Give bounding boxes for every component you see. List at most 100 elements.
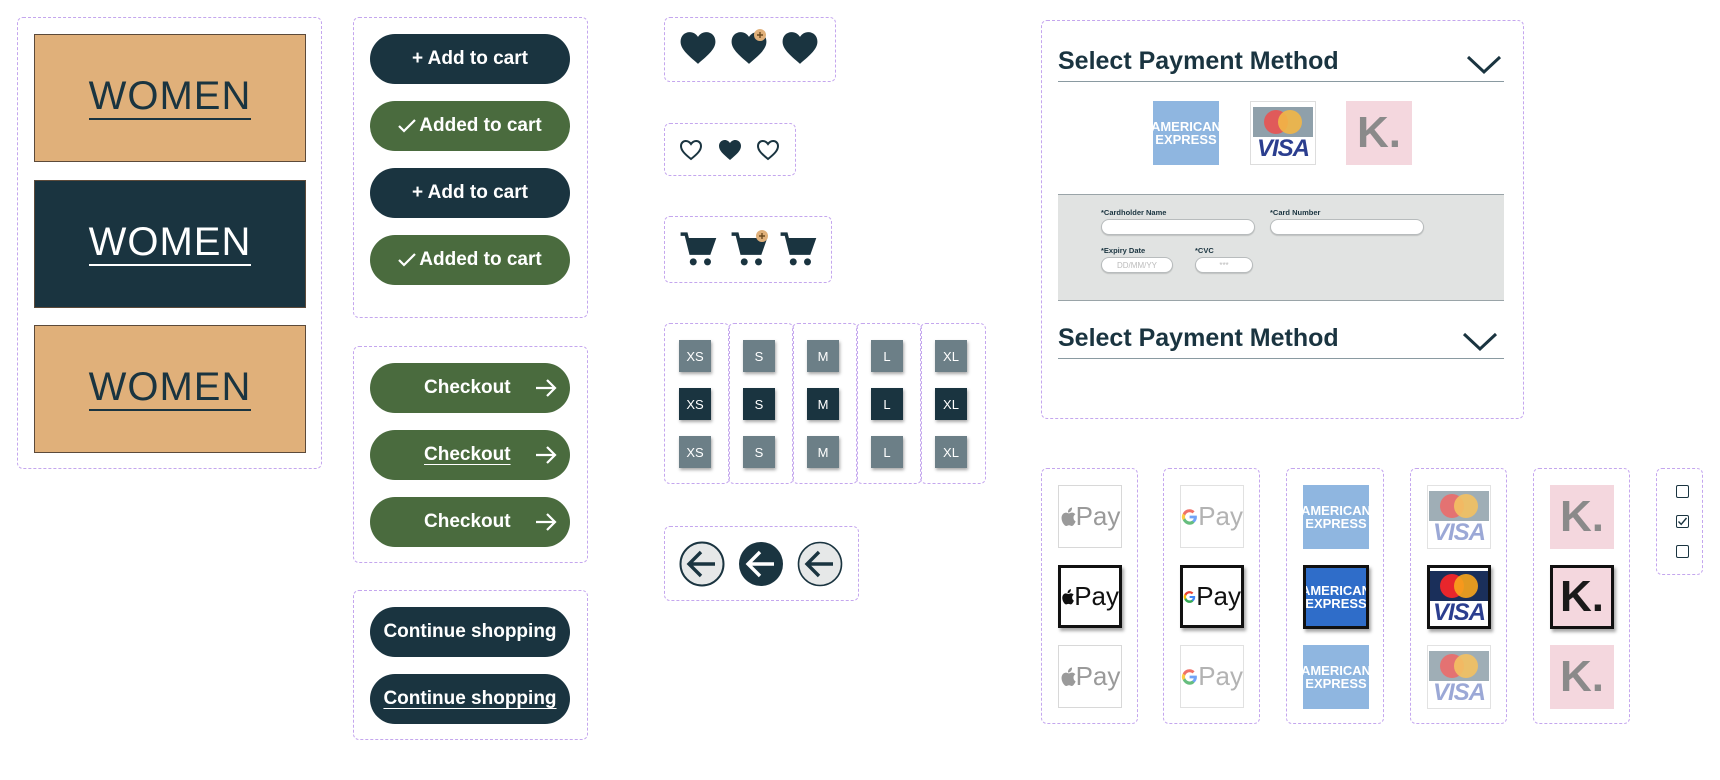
size-option-s-disabled[interactable]: S bbox=[743, 436, 775, 468]
added-to-cart-button[interactable]: Added to cart bbox=[370, 101, 570, 151]
mastercard-icon bbox=[1430, 571, 1488, 601]
pay-text: Pay bbox=[1198, 501, 1243, 531]
category-tile-women-hover[interactable]: WOMEN bbox=[34, 325, 306, 453]
category-label: WOMEN bbox=[88, 220, 252, 266]
size-option-xs-disabled[interactable]: XS bbox=[679, 436, 711, 468]
mastercard-visa-logo-disabled[interactable]: VISA bbox=[1427, 645, 1491, 709]
heart-filled-icon[interactable] bbox=[781, 30, 819, 66]
size-option-s-selected[interactable]: S bbox=[743, 388, 775, 420]
continue-shopping-button[interactable]: Continue shopping bbox=[370, 607, 570, 657]
size-option-m[interactable]: M bbox=[807, 340, 839, 372]
apple-icon bbox=[1061, 507, 1076, 526]
size-column-s: S S S bbox=[728, 323, 794, 484]
wishlist-icons-small-group bbox=[664, 123, 796, 176]
klarna-logo[interactable]: K. bbox=[1550, 485, 1614, 549]
heart-outline-icon[interactable] bbox=[756, 139, 780, 161]
size-option-l-disabled[interactable]: L bbox=[871, 436, 903, 468]
klarna-logo-disabled[interactable]: K. bbox=[1550, 645, 1614, 709]
heart-filled-icon[interactable] bbox=[718, 139, 742, 161]
mastercard-visa-logo-selected[interactable]: VISA bbox=[1427, 565, 1491, 629]
google-g-icon bbox=[1181, 668, 1197, 685]
checkout-buttons-group: Checkout Checkout Checkout bbox=[353, 346, 588, 563]
size-option-xs-selected[interactable]: XS bbox=[679, 388, 711, 420]
size-option-s[interactable]: S bbox=[743, 340, 775, 372]
pay-text: Pay bbox=[1075, 661, 1121, 691]
size-option-xl-selected[interactable]: XL bbox=[935, 388, 967, 420]
add-to-cart-button-hover[interactable]: + Add to cart bbox=[370, 168, 570, 218]
back-arrow-outline-icon[interactable] bbox=[797, 541, 843, 587]
add-to-cart-button[interactable]: + Add to cart bbox=[370, 34, 570, 84]
google-pay-logo-disabled[interactable]: Pay bbox=[1180, 645, 1244, 708]
klarna-logo-selected[interactable]: K. bbox=[1550, 565, 1614, 629]
payment-method-title: Select Payment Method bbox=[1058, 47, 1339, 75]
google-pay-column: Pay Pay Pay bbox=[1163, 468, 1260, 724]
mastercard-visa-logo[interactable]: VISA bbox=[1250, 101, 1316, 165]
back-buttons-group bbox=[664, 526, 859, 601]
category-tile-women-active[interactable]: WOMEN bbox=[34, 180, 306, 308]
heart-filled-icon[interactable] bbox=[679, 30, 717, 66]
google-pay-logo[interactable]: Pay bbox=[1180, 485, 1244, 548]
size-option-xl-disabled[interactable]: XL bbox=[935, 436, 967, 468]
checkout-button-pressed[interactable]: Checkout bbox=[370, 497, 570, 547]
chevron-down-icon[interactable] bbox=[1462, 332, 1498, 352]
heart-outline-icon[interactable] bbox=[679, 139, 703, 161]
chevron-down-icon[interactable] bbox=[1466, 55, 1502, 75]
checkout-label: Checkout bbox=[424, 511, 511, 532]
size-option-xs[interactable]: XS bbox=[679, 340, 711, 372]
cardholder-name-input[interactable] bbox=[1101, 219, 1255, 235]
checkbox-checked[interactable] bbox=[1676, 515, 1689, 528]
expiry-date-input[interactable]: DD/MM/YY bbox=[1101, 257, 1173, 273]
size-option-l-selected[interactable]: L bbox=[871, 388, 903, 420]
pay-text: Pay bbox=[1196, 581, 1241, 611]
expiry-date-label: *Expiry Date bbox=[1101, 246, 1146, 255]
mastercard-visa-logo[interactable]: VISA bbox=[1427, 485, 1491, 549]
card-number-input[interactable] bbox=[1270, 219, 1424, 235]
category-label: WOMEN bbox=[88, 365, 252, 411]
visa-text: VISA bbox=[1432, 599, 1486, 626]
mastercard-icon bbox=[1429, 651, 1489, 681]
klarna-logo[interactable]: K. bbox=[1346, 101, 1412, 165]
apple-pay-logo-disabled[interactable]: Pay bbox=[1058, 645, 1122, 708]
google-pay-logo-selected[interactable]: Pay bbox=[1180, 565, 1244, 628]
size-option-m-selected[interactable]: M bbox=[807, 388, 839, 420]
check-icon bbox=[1677, 517, 1688, 526]
cvc-input[interactable]: *** bbox=[1195, 257, 1253, 273]
badge-dot-icon bbox=[754, 29, 766, 41]
apple-pay-logo[interactable]: Pay bbox=[1058, 485, 1122, 548]
mastercard-visa-column: VISA VISA VISA bbox=[1410, 468, 1507, 724]
payment-method-title-collapsed: Select Payment Method bbox=[1058, 324, 1339, 352]
size-option-l[interactable]: L bbox=[871, 340, 903, 372]
visa-text: VISA bbox=[1256, 135, 1310, 162]
size-option-m-disabled[interactable]: M bbox=[807, 436, 839, 468]
card-number-label: *Card Number bbox=[1270, 208, 1321, 217]
arrow-right-icon bbox=[536, 379, 557, 397]
continue-shopping-button-hover[interactable]: Continue shopping bbox=[370, 674, 570, 724]
klarna-column: K. K. K. bbox=[1533, 468, 1630, 724]
amex-logo-selected[interactable]: AMERICAN EXPRESS bbox=[1303, 565, 1369, 629]
wishlist-icons-large-group bbox=[664, 17, 836, 82]
checkout-button-hover[interactable]: Checkout bbox=[370, 430, 570, 480]
size-column-l: L L L bbox=[856, 323, 922, 484]
apple-pay-logo-selected[interactable]: Pay bbox=[1058, 565, 1122, 628]
checkout-button[interactable]: Checkout bbox=[370, 363, 570, 413]
pay-text: Pay bbox=[1198, 661, 1243, 691]
amex-logo-disabled[interactable]: AMERICAN EXPRESS bbox=[1303, 645, 1369, 709]
continue-shopping-label: Continue shopping bbox=[383, 621, 557, 642]
checkbox-unchecked[interactable] bbox=[1676, 545, 1689, 558]
cart-icons-group bbox=[664, 216, 832, 283]
shopping-cart-icon[interactable] bbox=[679, 231, 717, 269]
category-tile-women-default[interactable]: WOMEN bbox=[34, 34, 306, 162]
cvc-label: *CVC bbox=[1195, 246, 1214, 255]
checkout-label: Checkout bbox=[424, 444, 511, 465]
divider bbox=[1058, 358, 1504, 359]
amex-logo[interactable]: AMERICAN EXPRESS bbox=[1153, 101, 1219, 165]
checkbox-unchecked[interactable] bbox=[1676, 485, 1689, 498]
back-arrow-filled-icon[interactable] bbox=[738, 541, 784, 587]
size-option-xl[interactable]: XL bbox=[935, 340, 967, 372]
added-to-cart-button-hover[interactable]: Added to cart bbox=[370, 235, 570, 285]
checkbox-group bbox=[1656, 468, 1703, 575]
shopping-cart-icon[interactable] bbox=[779, 231, 817, 269]
cart-buttons-group: + Add to cart Added to cart + Add to car… bbox=[353, 17, 588, 318]
amex-logo[interactable]: AMERICAN EXPRESS bbox=[1303, 485, 1369, 549]
back-arrow-outline-icon[interactable] bbox=[679, 541, 725, 587]
